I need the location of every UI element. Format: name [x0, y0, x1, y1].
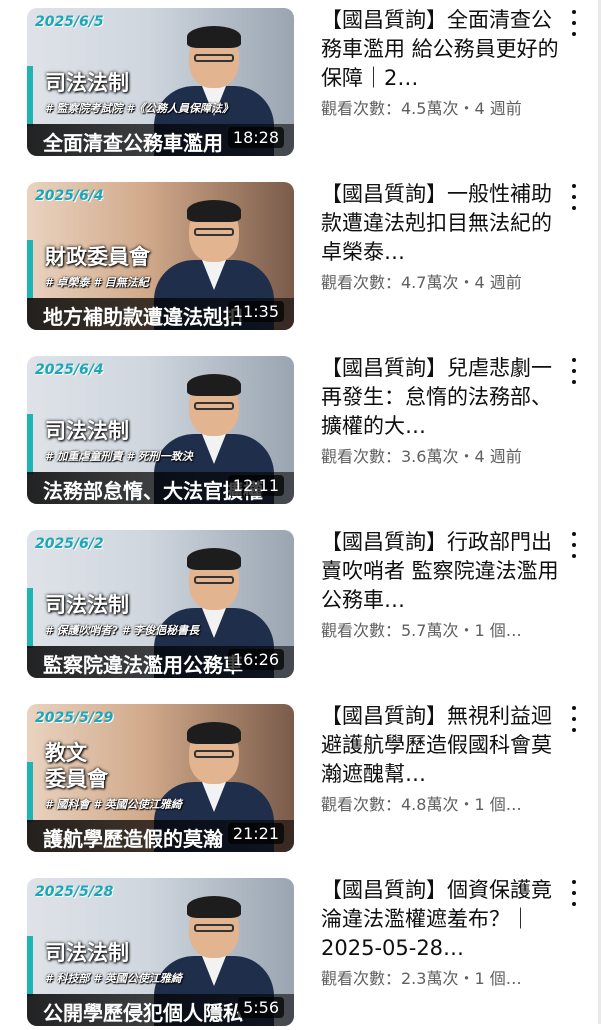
thumbnail-date: 2025/6/4 — [35, 188, 104, 204]
video-meta: 觀看次數：4.8萬次・1 個… — [321, 795, 522, 814]
video-info: 【國昌質詢】無視利益迴避護航學歷造假國科會莫瀚遮醜幫… 觀看次數：4.8萬次・1… — [321, 702, 561, 815]
more-options-icon[interactable] — [562, 184, 586, 210]
video-thumbnail[interactable]: 2025/5/29 教文 委員會 # 國科會 # 英國公使江雅綺 護航學歷造假的… — [27, 704, 294, 852]
thumbnail-accent-stripe — [27, 936, 33, 996]
more-options-icon[interactable] — [562, 706, 586, 732]
thumbnail-accent-stripe — [27, 762, 33, 822]
video-duration: 16:26 — [227, 649, 284, 670]
video-duration: 11:35 — [227, 301, 284, 322]
video-item[interactable]: 2025/6/4 司法法制 # 加重虐童刑責 # 死刑一致決 法務部怠惰、大法官… — [0, 348, 601, 508]
thumbnail-committee: 司法法制 — [45, 71, 129, 95]
video-duration: 18:28 — [227, 127, 284, 148]
thumbnail-date: 2025/6/5 — [35, 14, 104, 30]
video-item[interactable]: 2025/5/29 教文 委員會 # 國科會 # 英國公使江雅綺 護航學歷造假的… — [0, 696, 601, 856]
thumbnail-committee: 司法法制 — [45, 941, 129, 965]
video-meta: 觀看次數：4.7萬次・4 週前 — [321, 273, 522, 292]
thumbnail-accent-stripe — [27, 588, 33, 648]
video-title[interactable]: 【國昌質詢】全面清查公務車濫用 給公務員更好的保障｜2… — [321, 6, 561, 93]
video-meta: 觀看次數：5.7萬次・1 個… — [321, 621, 522, 640]
thumbnail-tags: # 加重虐童刑責 # 死刑一致決 — [45, 450, 193, 463]
thumbnail-date: 2025/6/4 — [35, 362, 104, 378]
video-title[interactable]: 【國昌質詢】行政部門出賣吹哨者 監察院違法濫用公務車… — [321, 528, 561, 615]
video-meta: 觀看次數：3.6萬次・4 週前 — [321, 447, 522, 466]
thumbnail-committee: 司法法制 — [45, 593, 129, 617]
thumbnail-headline: 全面清查公務車濫用 — [43, 131, 223, 155]
video-info: 【國昌質詢】行政部門出賣吹哨者 監察院違法濫用公務車… 觀看次數：5.7萬次・1… — [321, 528, 561, 641]
more-options-icon[interactable] — [562, 532, 586, 558]
thumbnail-committee: 司法法制 — [45, 419, 129, 443]
thumbnail-date: 2025/5/29 — [35, 710, 114, 726]
video-info: 【國昌質詢】一般性補助款遭違法剋扣目無法紀的卓榮泰… 觀看次數：4.7萬次・4 … — [321, 180, 561, 293]
video-thumbnail[interactable]: 2025/6/5 司法法制 # 監察院考試院 #《公務人員保障法》 全面清查公務… — [27, 8, 294, 156]
video-item[interactable]: 2025/6/2 司法法制 # 保護吹哨者? # 李俊俋秘書長 監察院違法濫用公… — [0, 522, 601, 682]
video-item[interactable]: 2025/5/28 司法法制 # 科技部 # 英國公使江雅綺 公開學歷侵犯個人隱… — [0, 870, 601, 1030]
video-thumbnail[interactable]: 2025/6/2 司法法制 # 保護吹哨者? # 李俊俋秘書長 監察院違法濫用公… — [27, 530, 294, 678]
video-info: 【國昌質詢】個資保護竟淪違法濫權遮羞布？｜2025-05-28… 觀看次數：2.… — [321, 876, 561, 989]
video-title[interactable]: 【國昌質詢】兒虐悲劇一再發生：怠惰的法務部、擴權的大… — [321, 354, 561, 441]
more-options-icon[interactable] — [562, 10, 586, 36]
thumbnail-headline: 護航學歷造假的莫瀚 — [43, 827, 223, 851]
video-item[interactable]: 2025/6/5 司法法制 # 監察院考試院 #《公務人員保障法》 全面清查公務… — [0, 0, 601, 160]
thumbnail-accent-stripe — [27, 414, 33, 474]
more-options-icon[interactable] — [562, 358, 586, 384]
video-meta: 觀看次數：2.3萬次・1 個… — [321, 969, 522, 988]
video-duration: 5:56 — [238, 997, 284, 1018]
video-meta: 觀看次數：4.5萬次・4 週前 — [321, 99, 522, 118]
thumbnail-headline: 地方補助款遭違法剋扣 — [43, 305, 243, 329]
thumbnail-accent-stripe — [27, 66, 33, 126]
thumbnail-committee: 財政委員會 — [45, 245, 150, 269]
video-title[interactable]: 【國昌質詢】無視利益迴避護航學歷造假國科會莫瀚遮醜幫… — [321, 702, 561, 789]
more-options-icon[interactable] — [562, 880, 586, 906]
thumbnail-tags: # 保護吹哨者? # 李俊俋秘書長 — [45, 624, 200, 637]
thumbnail-headline: 公開學歷侵犯個人隱私 — [43, 1001, 243, 1025]
thumbnail-accent-stripe — [27, 240, 33, 300]
thumbnail-committee: 教文 委員會 — [45, 741, 108, 791]
video-title[interactable]: 【國昌質詢】一般性補助款遭違法剋扣目無法紀的卓榮泰… — [321, 180, 561, 267]
video-thumbnail[interactable]: 2025/6/4 司法法制 # 加重虐童刑責 # 死刑一致決 法務部怠惰、大法官… — [27, 356, 294, 504]
thumbnail-tags: # 卓榮泰 # 目無法紀 — [45, 276, 149, 289]
video-title[interactable]: 【國昌質詢】個資保護竟淪違法濫權遮羞布？｜2025-05-28… — [321, 876, 561, 963]
video-info: 【國昌質詢】兒虐悲劇一再發生：怠惰的法務部、擴權的大… 觀看次數：3.6萬次・4… — [321, 354, 561, 467]
thumbnail-tags: # 科技部 # 英國公使江雅綺 — [45, 972, 182, 985]
thumbnail-headline: 監察院違法濫用公務車 — [43, 653, 243, 677]
video-thumbnail[interactable]: 2025/6/4 財政委員會 # 卓榮泰 # 目無法紀 地方補助款遭違法剋扣 1… — [27, 182, 294, 330]
video-item[interactable]: 2025/6/4 財政委員會 # 卓榮泰 # 目無法紀 地方補助款遭違法剋扣 1… — [0, 174, 601, 334]
thumbnail-tags: # 監察院考試院 #《公務人員保障法》 — [45, 102, 233, 115]
video-thumbnail[interactable]: 2025/5/28 司法法制 # 科技部 # 英國公使江雅綺 公開學歷侵犯個人隱… — [27, 878, 294, 1026]
video-duration: 21:21 — [227, 823, 284, 844]
video-info: 【國昌質詢】全面清查公務車濫用 給公務員更好的保障｜2… 觀看次數：4.5萬次・… — [321, 6, 561, 119]
thumbnail-tags: # 國科會 # 英國公使江雅綺 — [45, 798, 182, 811]
video-duration: 12:11 — [227, 475, 284, 496]
thumbnail-date: 2025/6/2 — [35, 536, 104, 552]
thumbnail-date: 2025/5/28 — [35, 884, 114, 900]
